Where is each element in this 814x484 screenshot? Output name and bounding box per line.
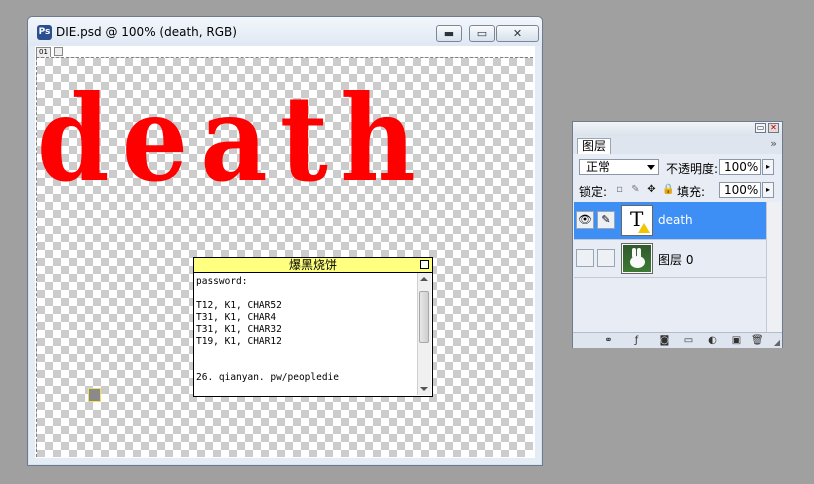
note-line: T12, K1, CHAR52 bbox=[196, 300, 282, 311]
note-line bbox=[196, 288, 414, 300]
blend-mode-select[interactable]: 正常 bbox=[579, 159, 659, 175]
text-layer-thumbnail: T bbox=[621, 205, 653, 236]
layer-row-death[interactable]: 👁 ✎ T death bbox=[574, 202, 767, 240]
visibility-toggle[interactable] bbox=[576, 249, 594, 267]
document-window[interactable]: Ps DIE.psd @ 100% (death, RGB) ▬ ▭ ✕ 01 … bbox=[27, 16, 543, 466]
rabbit-body bbox=[630, 256, 645, 268]
lock-position-icon[interactable]: ✥ bbox=[646, 184, 657, 195]
minimize-button[interactable]: ▬ bbox=[436, 25, 462, 42]
note-body[interactable]: password: T12, K1, CHAR52 T31, K1, CHAR4 T3… bbox=[196, 276, 414, 394]
panel-close-button[interactable]: ✕ bbox=[768, 123, 779, 133]
layer-row-layer0[interactable]: 图层 0 bbox=[574, 240, 767, 278]
note-scrollbar[interactable] bbox=[417, 273, 431, 395]
note-title[interactable]: 爆黑烧饼 bbox=[194, 258, 432, 273]
photoshop-doc-icon: Ps bbox=[37, 25, 52, 40]
note-line: T19, K1, CHAR12 bbox=[196, 336, 282, 347]
resize-grip-icon[interactable]: ◢ bbox=[774, 338, 780, 347]
lock-pixels-icon[interactable]: ✎ bbox=[630, 184, 641, 195]
note-line: password: bbox=[196, 276, 248, 287]
lock-fill-row: 锁定: ▫ ✎ ✥ 🔒 填充: 100% ▸ bbox=[573, 179, 782, 201]
document-title: DIE.psd @ 100% (death, RGB) bbox=[56, 25, 237, 39]
layers-panel[interactable]: ▭ ✕ 图层 » 正常 不透明度: 100% ▸ 锁定: ▫ ✎ ✥ 🔒 填充:… bbox=[572, 121, 783, 348]
add-mask-icon[interactable]: ◙ bbox=[659, 335, 670, 346]
link-layers-icon[interactable]: ⚭ bbox=[603, 335, 614, 346]
fill-slider-arrow[interactable]: ▸ bbox=[762, 182, 774, 198]
new-layer-icon[interactable]: ▣ bbox=[731, 335, 742, 346]
tab-layers[interactable]: 图层 bbox=[577, 138, 611, 154]
annotation-note[interactable]: 爆黑烧饼 password: T12, K1, CHAR52 T31, K1, CH… bbox=[193, 257, 433, 397]
opacity-input[interactable]: 100% bbox=[719, 159, 761, 175]
blend-mode-value: 正常 bbox=[586, 160, 611, 174]
note-line bbox=[196, 348, 414, 360]
chevron-down-icon bbox=[647, 165, 655, 170]
lock-transparency-icon[interactable]: ▫ bbox=[614, 184, 625, 195]
document-titlebar[interactable]: Ps DIE.psd @ 100% (death, RGB) ▬ ▭ ✕ bbox=[28, 17, 542, 46]
lock-all-icon[interactable]: 🔒 bbox=[662, 184, 674, 195]
note-line: T31, K1, CHAR4 bbox=[196, 312, 277, 323]
note-title-text: 爆黑烧饼 bbox=[288, 258, 337, 272]
scroll-thumb[interactable] bbox=[419, 291, 429, 343]
scroll-up-icon[interactable] bbox=[420, 277, 428, 281]
note-anchor-icon[interactable] bbox=[88, 388, 101, 402]
layer-style-icon[interactable]: ƒ bbox=[631, 335, 642, 346]
trash-icon[interactable]: 🗑 bbox=[751, 335, 764, 346]
blend-opacity-row: 正常 不透明度: 100% ▸ bbox=[573, 156, 782, 178]
opacity-label: 不透明度: bbox=[666, 162, 719, 176]
layer-name[interactable]: 图层 0 bbox=[658, 251, 693, 268]
maximize-button[interactable]: ▭ bbox=[469, 25, 495, 42]
panel-bottom-toolbar: ⚭ ƒ ◙ ▭ ◐ ▣ 🗑 ◢ bbox=[573, 332, 782, 348]
warning-icon bbox=[638, 223, 650, 233]
adjustment-layer-icon[interactable]: ◐ bbox=[707, 335, 718, 346]
layers-scrollbar[interactable] bbox=[766, 202, 781, 333]
new-group-icon[interactable]: ▭ bbox=[683, 335, 694, 346]
panel-menu-icon[interactable]: » bbox=[770, 137, 777, 150]
panel-tab-row: 图层 » bbox=[573, 136, 782, 154]
panel-titlebar[interactable]: ▭ ✕ bbox=[573, 122, 782, 136]
layers-list[interactable]: 👁 ✎ T death 图层 0 bbox=[574, 202, 767, 333]
note-line: 26. qianyan. pw/peopledie bbox=[196, 372, 339, 383]
opacity-slider-arrow[interactable]: ▸ bbox=[762, 159, 774, 175]
rabbit-image bbox=[623, 245, 651, 272]
image-layer-thumbnail bbox=[621, 243, 653, 274]
note-line: T31, K1, CHAR32 bbox=[196, 324, 282, 335]
link-toggle[interactable] bbox=[597, 249, 615, 267]
eye-icon[interactable]: 👁 bbox=[576, 211, 594, 229]
canvas-text-death[interactable]: death bbox=[37, 80, 473, 198]
note-close-icon[interactable] bbox=[420, 260, 429, 269]
layer-name[interactable]: death bbox=[658, 213, 693, 227]
close-button[interactable]: ✕ bbox=[496, 25, 539, 42]
scroll-down-icon[interactable] bbox=[420, 387, 428, 391]
note-icon-small[interactable] bbox=[54, 47, 63, 56]
lock-label: 锁定: bbox=[579, 185, 608, 199]
brush-icon[interactable]: ✎ bbox=[597, 211, 615, 229]
note-line bbox=[196, 360, 414, 372]
fill-input[interactable]: 100% bbox=[719, 182, 761, 198]
fill-label: 填充: bbox=[677, 185, 706, 199]
panel-minimize-button[interactable]: ▭ bbox=[755, 123, 766, 133]
